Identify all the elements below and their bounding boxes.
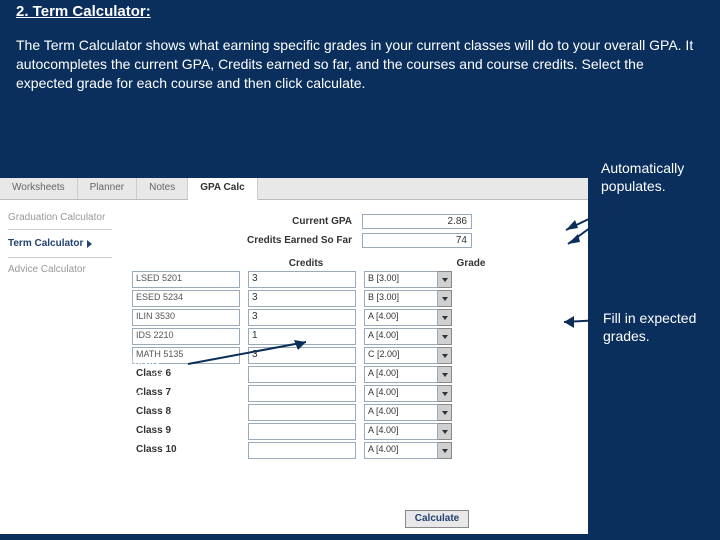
label-credits-earned: Credits Earned So Far <box>132 235 362 246</box>
grade-value: A [4.00] <box>364 442 438 459</box>
grade-value: C [2.00] <box>364 347 438 364</box>
credits-field[interactable] <box>248 423 356 440</box>
grade-value: B [3.00] <box>364 271 438 288</box>
course-field[interactable]: ESED 5234 <box>132 290 240 307</box>
label-current-gpa: Current GPA <box>132 216 362 227</box>
annot-fill-grades: Fill in expected grades. <box>603 310 713 345</box>
dropdown-button[interactable] <box>438 423 452 440</box>
table-row: Class 9 A [4.00] <box>132 423 578 440</box>
grade-select[interactable]: A [4.00] <box>364 442 452 459</box>
grade-select[interactable]: A [4.00] <box>364 385 452 402</box>
chevron-down-icon <box>442 411 448 415</box>
dropdown-button[interactable] <box>438 347 452 364</box>
sidebar-item-graduation[interactable]: Graduation Calculator <box>8 206 112 229</box>
grade-select[interactable]: A [4.00] <box>364 366 452 383</box>
credits-field[interactable]: 3 <box>248 309 356 326</box>
dropdown-button[interactable] <box>438 442 452 459</box>
sidebar-item-term[interactable]: Term Calculator <box>8 229 112 258</box>
arrow-grades <box>560 300 610 335</box>
annot-auto-courses: Automatically populates with courses in … <box>78 352 198 422</box>
course-field: Class 9 <box>132 423 240 440</box>
calculate-button[interactable]: Calculate <box>405 510 469 528</box>
tab-worksheets[interactable]: Worksheets <box>0 178 78 199</box>
credits-field[interactable]: 3 <box>248 271 356 288</box>
credits-field[interactable]: 3 <box>248 290 356 307</box>
table-row: ILIN 3530 3 A [4.00] <box>132 309 578 326</box>
grade-value: B [3.00] <box>364 290 438 307</box>
table-row: ESED 5234 3 B [3.00] <box>132 290 578 307</box>
credits-field[interactable] <box>248 404 356 421</box>
chevron-down-icon <box>442 278 448 282</box>
input-current-gpa[interactable]: 2.86 <box>362 214 472 229</box>
table-header: Credits Grade <box>132 258 578 269</box>
grade-select[interactable]: A [4.00] <box>364 423 452 440</box>
grade-select[interactable]: A [4.00] <box>364 328 452 345</box>
grade-value: A [4.00] <box>364 404 438 421</box>
arrow-courses <box>188 338 318 373</box>
course-field[interactable]: ILIN 3530 <box>132 309 240 326</box>
section-description: The Term Calculator shows what earning s… <box>0 22 720 99</box>
chevron-down-icon <box>442 430 448 434</box>
dropdown-button[interactable] <box>438 385 452 402</box>
dropdown-button[interactable] <box>438 309 452 326</box>
dropdown-button[interactable] <box>438 271 452 288</box>
chevron-down-icon <box>442 373 448 377</box>
section-heading: 2. Term Calculator: <box>0 0 720 22</box>
table-row: Class 7A [4.00] <box>132 385 578 402</box>
grade-value: A [4.00] <box>364 309 438 326</box>
grade-value: A [4.00] <box>364 328 438 345</box>
tab-notes[interactable]: Notes <box>137 178 188 199</box>
dropdown-button[interactable] <box>438 328 452 345</box>
tab-bar: Worksheets Planner Notes GPA Calc <box>0 178 588 200</box>
grade-select[interactable]: C [2.00] <box>364 347 452 364</box>
table-row: Class 8A [4.00] <box>132 404 578 421</box>
table-row: Class 10 A [4.00] <box>132 442 578 459</box>
grade-value: A [4.00] <box>364 423 438 440</box>
chevron-down-icon <box>442 316 448 320</box>
tab-gpa-calc[interactable]: GPA Calc <box>188 178 257 200</box>
annot-auto-populates: Automatically populates. <box>601 160 711 195</box>
tab-planner[interactable]: Planner <box>78 178 137 199</box>
table-row: LSED 5201 3 B [3.00] <box>132 271 578 288</box>
chevron-down-icon <box>442 335 448 339</box>
header-grade: Grade <box>364 258 578 269</box>
arrow-calculate <box>280 512 400 530</box>
course-field[interactable]: LSED 5201 <box>132 271 240 288</box>
grade-value: A [4.00] <box>364 366 438 383</box>
annot-click-calculate: Click Calculate <box>170 510 263 528</box>
input-credits-earned[interactable]: 74 <box>362 233 472 248</box>
grade-select[interactable]: A [4.00] <box>364 404 452 421</box>
chevron-down-icon <box>442 392 448 396</box>
dropdown-button[interactable] <box>438 290 452 307</box>
header-credits: Credits <box>248 258 364 269</box>
dropdown-button[interactable] <box>438 404 452 421</box>
grade-select[interactable]: B [3.00] <box>364 271 452 288</box>
grade-select[interactable]: B [3.00] <box>364 290 452 307</box>
chevron-down-icon <box>442 449 448 453</box>
chevron-down-icon <box>442 297 448 301</box>
chevron-down-icon <box>442 354 448 358</box>
grade-select[interactable]: A [4.00] <box>364 309 452 326</box>
arrow-auto-credits <box>560 200 640 255</box>
credits-field[interactable] <box>248 385 356 402</box>
dropdown-button[interactable] <box>438 366 452 383</box>
sidebar-item-label: Term Calculator <box>8 238 83 249</box>
credits-field[interactable] <box>248 442 356 459</box>
grade-value: A [4.00] <box>364 385 438 402</box>
sidebar-item-advice[interactable]: Advice Calculator <box>8 258 112 281</box>
chevron-right-icon <box>87 240 92 248</box>
course-field: Class 10 <box>132 442 240 459</box>
